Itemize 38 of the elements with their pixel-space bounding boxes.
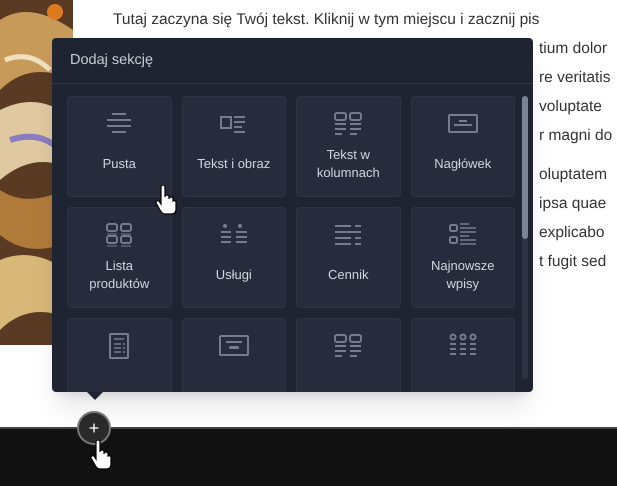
- section-tile[interactable]: Tekst i obraz: [182, 96, 286, 197]
- body-text: Tutaj zaczyna się Twój tekst. Kliknij w tym miejscu i zacznij pis: [113, 10, 540, 30]
- body-text: t fugit sed: [539, 252, 608, 272]
- tile-label: Tekst i obraz: [197, 154, 270, 172]
- body-text: tium dolor: [539, 39, 608, 59]
- section-tile[interactable]: Nagłówek: [410, 96, 515, 197]
- body-text: explicabo: [539, 223, 606, 243]
- section-tile[interactable]: Tekst w kolumnach: [296, 96, 400, 197]
- hand-cursor-icon: [90, 440, 112, 470]
- section-tile[interactable]: [410, 318, 515, 392]
- section-tile[interactable]: Lista produktów: [67, 207, 172, 308]
- section-tile[interactable]: [296, 318, 400, 392]
- tile-label: Nagłówek: [434, 154, 492, 173]
- banner-icon: [218, 333, 250, 359]
- tile-label: Pusta: [102, 154, 136, 172]
- tile-label: Tekst w kolumnach: [316, 146, 381, 182]
- tile-label: Usługi: [216, 266, 252, 284]
- section-tile[interactable]: Najnowsze wpisy: [410, 207, 515, 308]
- tile-label: Najnowsze wpisy: [430, 256, 496, 293]
- body-text: re veritatis: [539, 68, 612, 88]
- tile-label: Lista produktów: [88, 256, 150, 293]
- scrollbar[interactable]: [522, 96, 528, 379]
- body-text: oluptatem: [539, 165, 608, 185]
- tile-label: Cennik: [328, 266, 368, 284]
- columns-icon: [332, 333, 364, 359]
- panel-title: Dodaj sekcję: [52, 38, 533, 84]
- hand-cursor-icon: [155, 185, 177, 215]
- post-list-icon: [446, 222, 479, 248]
- section-tile[interactable]: Pusta: [67, 96, 172, 197]
- section-tile[interactable]: Cennik: [296, 207, 400, 308]
- popover-pointer: [87, 392, 103, 400]
- section-tile[interactable]: Usługi: [182, 207, 286, 308]
- body-text: r magni do: [539, 126, 612, 146]
- section-tile[interactable]: [67, 318, 172, 392]
- body-text: ipsa quae: [539, 194, 608, 214]
- section-tile[interactable]: [182, 318, 286, 392]
- body-text: voluptate: [539, 97, 603, 117]
- columns-icon: [332, 111, 364, 137]
